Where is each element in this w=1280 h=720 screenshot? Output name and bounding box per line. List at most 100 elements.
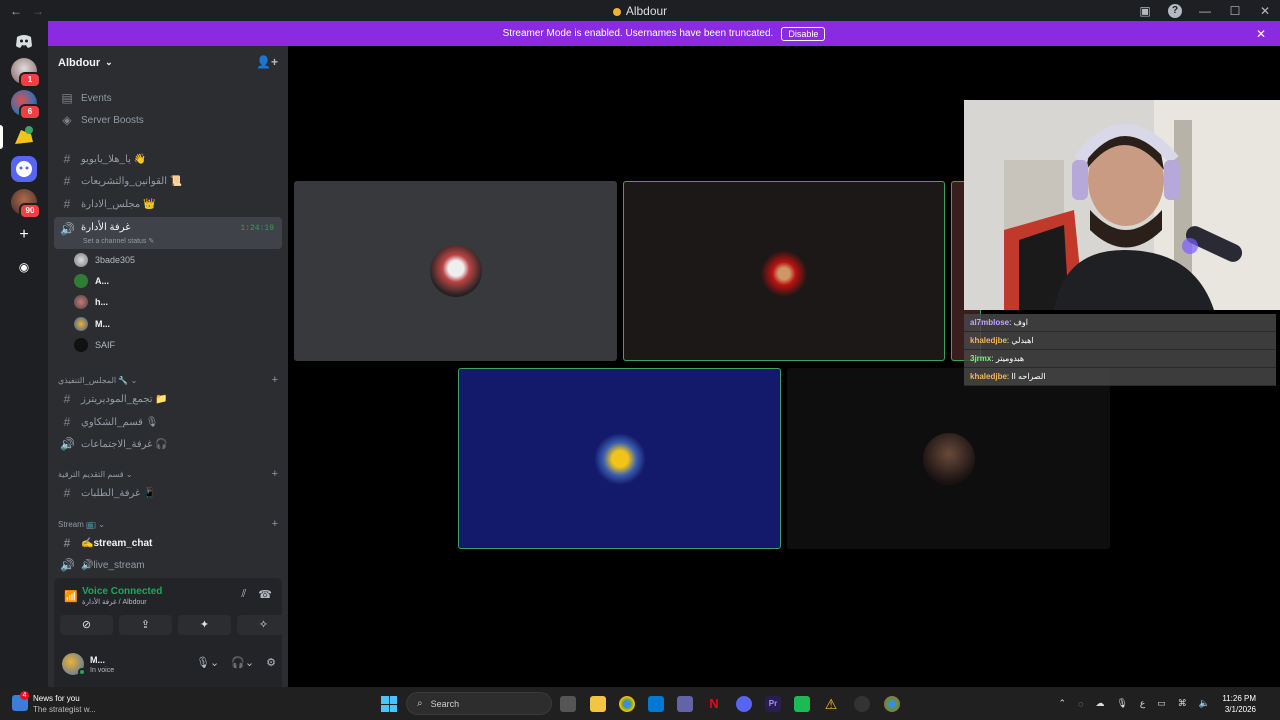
voice-connected-panel: 📶 Voice Connected غرفة الأدارة / Albdour… [54, 578, 290, 687]
channel-item[interactable]: # قسم_الشكاوي 🎙 [54, 412, 282, 432]
inbox-icon[interactable]: ▣ [1130, 4, 1160, 18]
discover-icon[interactable]: ◉ [11, 254, 37, 280]
disconnect-icon[interactable]: ☎ [258, 588, 272, 601]
tray-app-icon[interactable]: ◌ [1078, 699, 1083, 709]
category-header[interactable]: المجلس_التنفيذي 🔧 ⌄ + [58, 372, 278, 388]
taskbar-search[interactable]: ⌕ Search [406, 692, 552, 715]
category-header[interactable]: قسم التقديم الترقية ⌄ + [58, 466, 278, 482]
add-channel-icon[interactable]: + [272, 374, 278, 386]
avatar [74, 274, 88, 288]
voice-user[interactable]: M... [74, 314, 110, 334]
window-title: Albdour [0, 4, 1280, 18]
noise-suppression-icon[interactable]: ⫽ [241, 588, 246, 601]
camera-button[interactable]: ⊘ [60, 615, 113, 635]
user-name[interactable]: M... [90, 655, 105, 665]
file-explorer-icon[interactable] [560, 696, 576, 712]
calendar-icon: ▤ [61, 91, 73, 105]
voice-status[interactable]: Voice Connected [82, 586, 162, 597]
channel-label: ✍stream_chat [81, 537, 153, 549]
avatar [74, 295, 88, 309]
boost-icon: ◈ [62, 113, 72, 127]
server-boosts-item[interactable]: ◈ Server Boosts [54, 110, 282, 130]
soundboard-button[interactable]: ✧ [237, 615, 290, 635]
server-icon-4[interactable] [11, 156, 37, 182]
chat-text: هبدوميتر [995, 354, 1025, 363]
language-indicator[interactable]: ع [1140, 698, 1145, 709]
channel-item[interactable]: # مجلس_الادارة 👑 [54, 194, 282, 214]
voice-channel-item[interactable]: 🔊 غرفة_الاجتماعات 🎧 [54, 434, 282, 454]
chat-username: 3jrmx [970, 354, 992, 363]
outlook-icon[interactable] [648, 696, 664, 712]
cloud-icon[interactable]: ☁ [1095, 698, 1104, 709]
volume-icon[interactable]: 🔈 [1199, 698, 1210, 709]
streamer-mode-banner: Streamer Mode is enabled. Usernames have… [48, 21, 1280, 46]
close-button[interactable]: ✕ [1250, 4, 1280, 18]
server-icon-1[interactable]: 1 [11, 58, 41, 88]
events-item[interactable]: ▤ Events [54, 88, 282, 108]
disable-streamer-button[interactable]: Disable [781, 26, 826, 41]
microphone-icon[interactable]: 🎙⌄ [196, 656, 219, 669]
forward-icon[interactable]: → [32, 4, 44, 18]
events-label: Events [81, 92, 112, 104]
mention-badge: 6 [19, 104, 41, 120]
close-banner-icon[interactable]: ✕ [1256, 27, 1266, 41]
webcam-image [964, 100, 1280, 310]
folder-icon[interactable] [590, 696, 606, 712]
warning-icon[interactable]: ⚠ [823, 696, 839, 712]
voice-channel-active[interactable]: 🔊 غرفة الأدارة 1:24:19 Set a channel sta… [54, 217, 282, 249]
voice-user[interactable]: 3bade305 [74, 250, 135, 270]
app-icon[interactable] [794, 696, 810, 712]
add-channel-icon[interactable]: + [272, 518, 278, 530]
minimize-button[interactable]: — [1190, 4, 1220, 18]
avatar [74, 338, 88, 352]
participant-tile-speaking[interactable] [458, 368, 781, 549]
headphones-icon[interactable]: 🎧⌄ [231, 656, 254, 669]
channel-label: غرفة_الاجتماعات 🎧 [81, 438, 168, 450]
help-icon[interactable]: ? [1168, 3, 1182, 18]
participant-tile[interactable] [294, 181, 617, 361]
channel-item[interactable]: # القوانين_والتشريعات 📜 [54, 171, 282, 191]
discord-home-icon[interactable] [11, 28, 37, 54]
mic-icon[interactable]: 🎙 [1116, 698, 1127, 709]
voice-user-name: SAIF [95, 340, 116, 350]
channel-status[interactable]: Set a channel status ✎ [83, 237, 154, 245]
channel-item[interactable]: # ✍stream_chat [54, 533, 282, 553]
invite-icon[interactable]: 👤+ [256, 55, 278, 69]
server-header[interactable]: Albdour ⌄ 👤+ [48, 46, 288, 79]
channel-item[interactable]: # يا_هلا_يايويو 👋 [54, 149, 282, 169]
hash-icon: # [63, 152, 71, 166]
netflix-icon[interactable]: N [706, 696, 722, 712]
voice-location[interactable]: غرفة الأدارة / Albdour [82, 598, 147, 606]
channel-item[interactable]: # غرفة_الطلبات 📱 [54, 483, 282, 503]
add-server-icon[interactable]: + [11, 222, 37, 248]
discord-icon[interactable] [736, 696, 752, 712]
windows-start-icon[interactable] [381, 696, 397, 712]
add-channel-icon[interactable]: + [272, 468, 278, 480]
channel-item[interactable]: # تجمع_الموديريترز 📁 [54, 389, 282, 409]
screen-share-button[interactable]: ⇪ [119, 615, 172, 635]
server-icon-5[interactable]: 90 [11, 189, 41, 219]
voice-user[interactable]: A... [74, 271, 109, 291]
chrome-profile-icon[interactable] [884, 696, 900, 712]
maximize-button[interactable]: ☐ [1220, 4, 1250, 18]
server-icon-2[interactable]: 6 [11, 90, 41, 120]
server-icon-albdour[interactable] [11, 124, 37, 150]
chevron-up-icon[interactable]: ⌃ [1059, 698, 1067, 709]
category-header[interactable]: Stream 📺 ⌄ + [58, 516, 278, 532]
activities-button[interactable]: ✦ [178, 615, 231, 635]
teams-icon[interactable] [677, 696, 693, 712]
display-icon[interactable]: ▭ [1157, 698, 1166, 709]
gear-icon[interactable]: ⚙ [266, 656, 276, 669]
network-icon[interactable]: ⌘ [1178, 698, 1187, 709]
participant-tile-speaking[interactable] [623, 181, 945, 361]
obs-icon[interactable] [854, 696, 870, 712]
participant-tile[interactable] [787, 368, 1110, 549]
chrome-icon[interactable] [619, 696, 635, 712]
voice-user[interactable]: SAIF [74, 335, 115, 355]
premiere-icon[interactable]: Pr [765, 696, 781, 712]
signal-icon[interactable]: 📶 [64, 590, 78, 603]
back-icon[interactable]: ← [10, 4, 22, 18]
voice-user[interactable]: h... [74, 292, 108, 312]
voice-channel-item[interactable]: 🔊 🔊live_stream [54, 555, 282, 575]
clock[interactable]: 11:26 PM 3/1/2026 [1222, 693, 1256, 715]
